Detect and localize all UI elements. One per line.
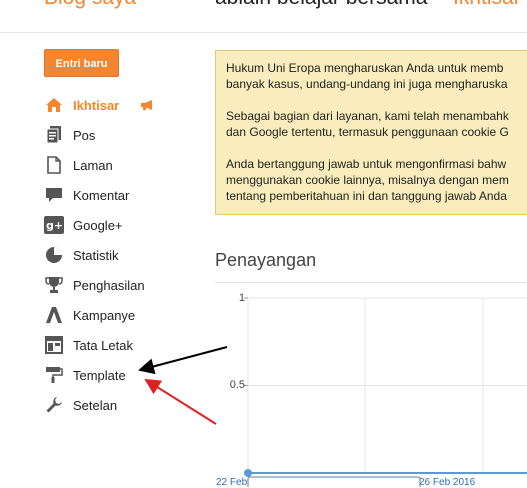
x-tick-label: 26 Feb 2016 [419,477,476,488]
notice-line: banyak kasus, undang-undang ini juga men… [226,77,508,91]
sidebar-item-label: Statistik [73,247,119,263]
sidebar-item-label: Setelan [73,397,118,413]
pageviews-chart: 1 0.5 22 Feb 26 Feb 2016 [215,282,527,488]
blog-name-heading: ablain belajar bersama [215,0,427,10]
pages-icon [44,155,64,175]
chart-plot [244,297,527,487]
notice-line: dan Google tertentu, termasuk penggunaan… [226,125,509,139]
pie-chart-icon [44,245,64,265]
sidebar-item-comments[interactable]: Komentar [44,180,204,210]
y-tick-label: 1 [238,292,245,304]
sidebar-item-template[interactable]: Template [44,360,204,390]
sidebar-item-posts[interactable]: Pos [44,120,204,150]
home-icon [44,95,64,115]
adwords-icon [44,305,64,325]
sidebar-item-settings[interactable]: Setelan [44,390,204,420]
page-section-title: Ikhtisar [453,0,521,10]
sidebar-item-google-plus[interactable]: g+ Google+ [44,210,204,240]
eu-cookie-notice: Hukum Uni Eropa mengharuskan Anda untuk … [215,50,527,215]
sidebar-item-earnings[interactable]: Penghasilan [44,270,204,300]
sidebar-item-label: Laman [73,157,113,173]
notice-line: menggunakan cookie lainnya, misalnya den… [226,173,509,187]
layout-icon [44,335,64,355]
sidebar-item-label: Komentar [73,187,130,203]
top-header: Blog saya ablain belajar bersama Ikhtisa… [0,0,527,33]
notice-paragraph: Sebagai bagian dari layanan, kami telah … [226,108,527,140]
pageviews-title: Penayangan [215,250,317,270]
sidebar-item-label: Ikhtisar [73,97,120,113]
sidebar-item-stats[interactable]: Statistik [44,240,204,270]
megaphone-icon[interactable] [140,98,155,116]
sidebar-item-label: Tata Letak [73,337,133,353]
new-post-button[interactable]: Entri baru [44,49,119,77]
paint-roller-icon [44,365,64,385]
sidebar-item-campaigns[interactable]: Kampanye [44,300,204,330]
notice-line: Sebagai bagian dari layanan, kami telah … [226,109,509,123]
comments-icon [44,185,64,205]
y-tick-label: 0.5 [229,379,245,391]
svg-text:g+: g+ [46,219,63,232]
sidebar-item-pages[interactable]: Laman [44,150,204,180]
sidebar-item-label: Template [73,367,126,383]
notice-line: tentang pemberitahuan ini dan tanggung j… [226,189,507,203]
trophy-icon [44,275,64,295]
notice-line: Hukum Uni Eropa mengharuskan Anda untuk … [226,61,504,75]
sidebar-item-layout[interactable]: Tata Letak [44,330,204,360]
notice-paragraph: Hukum Uni Eropa mengharuskan Anda untuk … [226,60,527,92]
sidebar-item-label: Penghasilan [73,277,145,293]
notice-paragraph: Anda bertanggung jawab untuk mengonfirma… [226,156,527,204]
google-plus-icon: g+ [44,215,64,235]
notice-line: Anda bertanggung jawab untuk mengonfirma… [226,157,507,171]
sidebar-item-overview[interactable]: Ikhtisar [44,90,204,120]
posts-icon [44,125,64,145]
sidebar-nav: Ikhtisar Pos Laman Komentar g+ Google+ S… [44,90,204,420]
sidebar-item-label: Google+ [73,217,123,233]
data-point [244,469,252,477]
sidebar-item-label: Kampanye [73,307,136,323]
blog-title[interactable]: Blog saya [44,0,136,10]
sidebar-item-label: Pos [73,127,96,143]
x-tick-label: 22 Feb [216,477,248,488]
wrench-icon [44,395,64,415]
